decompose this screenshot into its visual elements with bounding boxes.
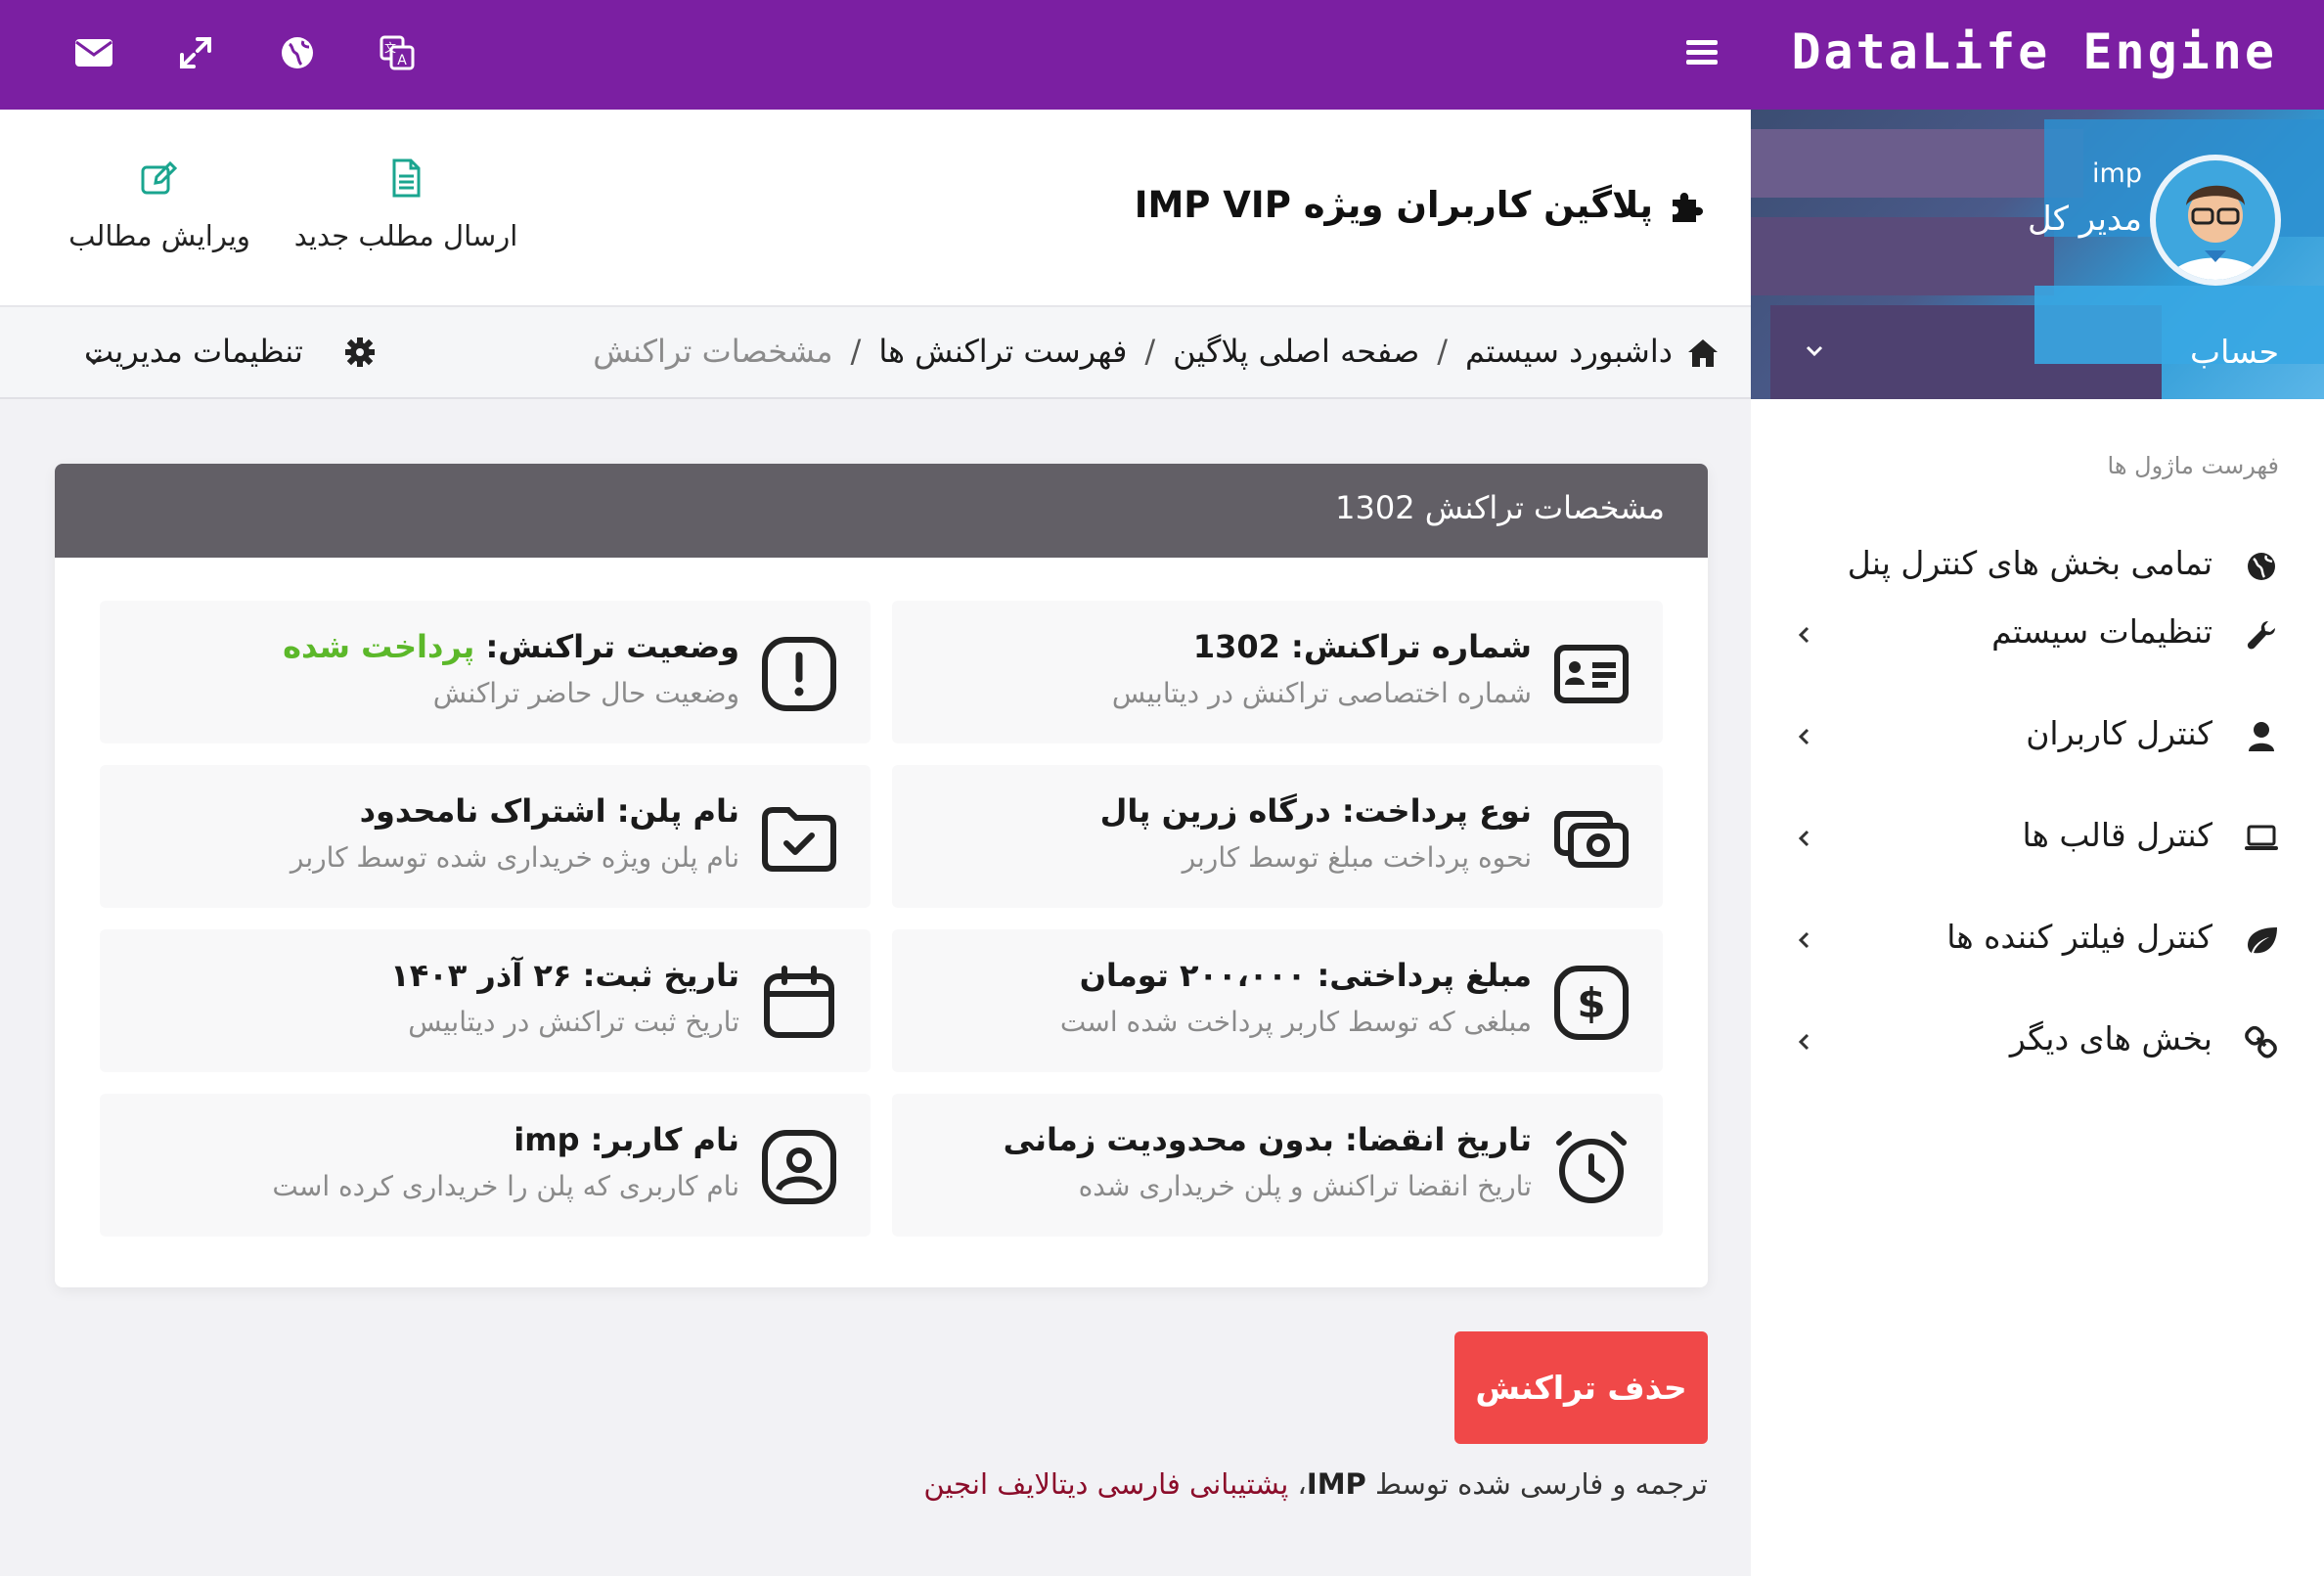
link-icon	[2242, 1022, 2281, 1061]
leaf-icon	[2242, 921, 2281, 960]
globe-icon	[2242, 547, 2281, 586]
new-post-button[interactable]: ارسال مطلب جدید	[293, 157, 518, 252]
home-icon[interactable]	[1686, 337, 1720, 370]
chevron-left-icon	[1790, 620, 1819, 650]
top-bar: DataLife Engine A文	[0, 0, 2324, 110]
document-icon	[384, 157, 427, 200]
account-toggle[interactable]: حساب	[2190, 333, 2279, 371]
svg-text:$: $	[1577, 979, 1605, 1027]
user-icon	[2242, 717, 2281, 756]
wrench-icon	[2242, 615, 2281, 654]
payment-type-cell: نوع پرداخت: درگاه زرین پال نحوه پرداخت م…	[892, 765, 1663, 908]
transaction-number-cell: شماره تراکنش: 1302 شماره اختصاصی تراکنش …	[892, 601, 1663, 743]
edit-posts-button[interactable]: ویرایش مطالب	[47, 157, 272, 252]
registration-date-cell: تاریخ ثبت: ۲۶ آذر ۱۴۰۳ تاریخ ثبت تراکنش …	[100, 929, 871, 1072]
gear-icon[interactable]	[344, 337, 376, 368]
delete-transaction-button[interactable]: حذف تراکنش	[1454, 1331, 1708, 1444]
user-portrait-icon	[761, 1129, 837, 1205]
sidebar-item-template-control[interactable]: کنترل قالب ها	[1751, 804, 2324, 873]
breadcrumb-plugin-home[interactable]: صفحه اصلی پلاگین	[1173, 333, 1419, 370]
laptop-icon	[2242, 819, 2281, 858]
puzzle-icon	[1667, 186, 1706, 225]
chevron-down-icon[interactable]	[1800, 337, 1829, 366]
camera-money-icon	[1553, 800, 1630, 877]
mail-icon[interactable]	[68, 27, 119, 78]
translate-icon[interactable]: A文	[372, 27, 423, 78]
admin-settings-menu[interactable]: تنظیمات مدیریت	[84, 333, 303, 370]
breadcrumb: داشبورد سیستم/صفحه اصلی پلاگین/فهرست ترا…	[593, 333, 1673, 370]
sidebar-item-user-control[interactable]: کنترل کاربران	[1751, 702, 2324, 771]
edit-icon	[138, 157, 181, 200]
footer-credit: ترجمه و فارسی شده توسط IMP، پشتیبانی فار…	[923, 1467, 1708, 1501]
id-card-icon	[1553, 636, 1630, 712]
modules-title: فهرست ماژول ها	[2107, 452, 2279, 479]
expiry-date-cell: تاریخ انقضا: بدون محدودیت زمانی تاریخ ان…	[892, 1094, 1663, 1237]
sidebar-item-system-settings[interactable]: تنظیمات سیستم	[1751, 601, 2324, 669]
breadcrumb-current: مشخصات تراکنش	[593, 333, 833, 370]
calendar-icon	[761, 965, 837, 1041]
payment-amount-cell: $ مبلغ پرداختی: ۲۰۰،۰۰۰ تومان مبلغی که ت…	[892, 929, 1663, 1072]
sidebar-item-filter-control[interactable]: کنترل فیلتر کننده ها	[1751, 906, 2324, 974]
expand-icon[interactable]	[170, 27, 221, 78]
user-card: imp مدیر کل حساب	[1751, 110, 2324, 399]
breadcrumb-dashboard[interactable]: داشبورد سیستم	[1465, 333, 1673, 370]
transaction-details-panel: مشخصات تراکنش 1302 شماره تراکنش: 1302 شم…	[55, 464, 1708, 1287]
sidebar-item-other-sections[interactable]: بخش های دیگر	[1751, 1008, 2324, 1076]
brand-title[interactable]: DataLife Engine	[1791, 23, 2277, 80]
chevron-left-icon	[1790, 1027, 1819, 1057]
globe-icon[interactable]	[272, 27, 323, 78]
page-header: پلاگین کاربران ویژه IMP VIP ارسال مطلب ج…	[0, 110, 1751, 305]
svg-text:A: A	[397, 53, 407, 68]
sidebar: imp مدیر کل حساب فهرست ماژول ها تمامی بخ…	[1751, 110, 2324, 1576]
breadcrumb-bar: داشبورد سیستم/صفحه اصلی پلاگین/فهرست ترا…	[0, 305, 1751, 399]
chevron-left-icon	[1790, 824, 1819, 853]
svg-text:文: 文	[384, 40, 396, 55]
dollar-icon: $	[1553, 965, 1630, 1041]
sidebar-item-all-sections[interactable]: تمامی بخش های کنترل پنل	[1751, 532, 2324, 601]
user-role: مدیر کل	[2027, 200, 2142, 239]
page-title: پلاگین کاربران ویژه IMP VIP	[1134, 184, 1653, 226]
hamburger-menu-icon[interactable]	[1682, 33, 1721, 72]
user-name: imp	[2092, 158, 2142, 189]
folder-check-icon	[761, 800, 837, 877]
plan-name-cell: نام پلن: اشتراک نامحدود نام پلن ویژه خری…	[100, 765, 871, 908]
chevron-down-icon[interactable]	[82, 348, 106, 372]
support-link[interactable]: پشتیبانی فارسی دیتالایف انجین	[923, 1467, 1288, 1501]
chevron-left-icon	[1790, 722, 1819, 751]
username-cell: نام کاربر: imp نام کاربری که پلن را خرید…	[100, 1094, 871, 1237]
exclamation-icon	[761, 636, 837, 712]
avatar[interactable]	[2150, 155, 2281, 286]
transaction-status-cell: وضعیت تراکنش: پرداخت شده وضعیت حال حاضر …	[100, 601, 871, 743]
panel-header: مشخصات تراکنش 1302	[55, 464, 1708, 558]
status-badge: پرداخت شده	[283, 628, 475, 665]
breadcrumb-transactions-list[interactable]: فهرست تراکنش ها	[878, 333, 1127, 370]
chevron-left-icon	[1790, 925, 1819, 955]
alarm-clock-icon	[1553, 1129, 1630, 1205]
panel-title: مشخصات تراکنش 1302	[1335, 489, 1665, 526]
